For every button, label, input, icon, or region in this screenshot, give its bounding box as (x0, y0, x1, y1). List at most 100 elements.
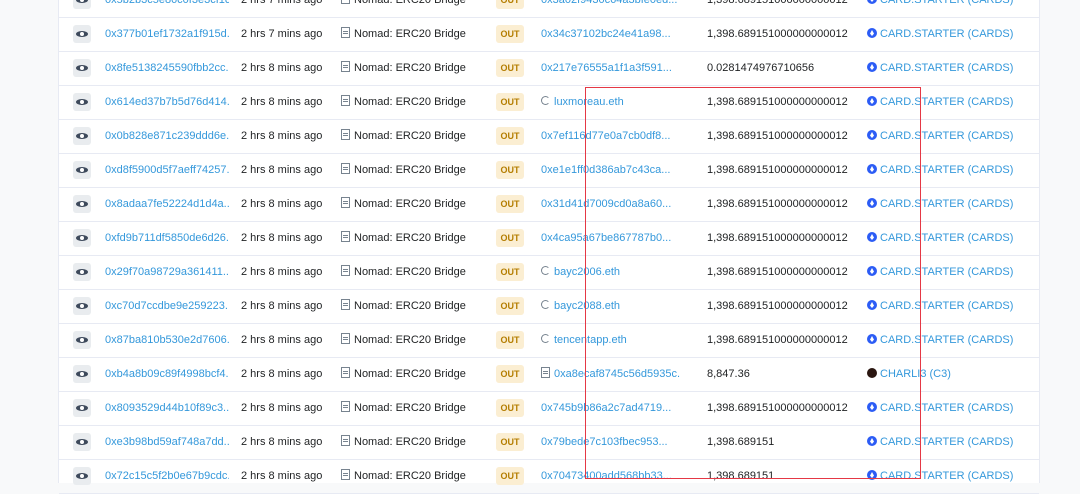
token-link[interactable]: CHARLI3 (C3) (880, 368, 951, 380)
txn-hash-link[interactable]: 0x29f70a98729a361411... (105, 266, 229, 278)
direction-cell: OUT (496, 323, 528, 357)
method-cell: Nomad: ERC20 Bridge (341, 187, 481, 221)
to-address-link[interactable]: 0xe1e1ff0d386ab7c43ca... (541, 164, 670, 176)
out-badge: OUT (496, 297, 524, 315)
card-starter-token-icon (867, 232, 877, 242)
to-address-link[interactable]: bayc2006.eth (554, 266, 620, 278)
txn-hash-cell: 0xfd9b711df5850de6d26... (105, 221, 229, 255)
direction-cell: OUT (496, 357, 528, 391)
contract-icon (341, 265, 350, 276)
method-label: Nomad: ERC20 Bridge (354, 402, 466, 414)
value-cell: 1,398.689151000000000012 (707, 130, 848, 142)
txn-hash-link[interactable]: 0xd8f5900d5f7aeff74257... (105, 164, 229, 176)
token-link[interactable]: CARD.STARTER (CARDS) (880, 28, 1013, 40)
eye-icon[interactable] (73, 161, 91, 179)
to-address-link[interactable]: 0x34c37102bc24e41a98... (541, 28, 671, 40)
preview-cell (73, 187, 91, 221)
method-cell: Nomad: ERC20 Bridge (341, 255, 481, 289)
out-badge: OUT (496, 0, 524, 9)
to-address-cell: 0xe1e1ff0d386ab7c43ca... (541, 153, 681, 187)
token-link[interactable]: CARD.STARTER (CARDS) (880, 266, 1013, 278)
token-cell: CARD.STARTER (CARDS) (867, 323, 1037, 357)
token-link[interactable]: CARD.STARTER (CARDS) (880, 0, 1013, 6)
method-cell: Nomad: ERC20 Bridge (341, 221, 481, 255)
txn-hash-link[interactable]: 0x87ba810b530e2d7606... (105, 334, 229, 346)
eye-icon[interactable] (73, 365, 91, 383)
to-address-link[interactable]: luxmoreau.eth (554, 96, 624, 108)
method-cell: Nomad: ERC20 Bridge (341, 119, 481, 153)
txn-hash-link[interactable]: 0xfd9b711df5850de6d26... (105, 232, 229, 244)
method-label: Nomad: ERC20 Bridge (354, 62, 466, 74)
eye-icon[interactable] (73, 59, 91, 77)
method-cell: Nomad: ERC20 Bridge (341, 153, 481, 187)
age-cell: 2 hrs 8 mins ago (241, 130, 323, 142)
card-starter-token-icon (867, 130, 877, 140)
txn-hash-link[interactable]: 0xe3b98bd59af748a7dd... (105, 436, 229, 448)
contract-icon (341, 333, 350, 344)
out-badge: OUT (496, 399, 524, 417)
txn-hash-link[interactable]: 0x72c15c5f2b0e67b9cdc... (105, 470, 229, 482)
age-cell: 2 hrs 8 mins ago (241, 368, 323, 380)
to-address-link[interactable]: 0x31d41d7009cd0a8a60... (541, 198, 671, 210)
table-row: 0x29f70a98729a361411... 2 hrs 8 mins ago N… (59, 255, 1039, 290)
token-link[interactable]: CARD.STARTER (CARDS) (880, 96, 1013, 108)
txn-hash-link[interactable]: 0x614ed37b7b5d76d414... (105, 96, 229, 108)
token-link[interactable]: CARD.STARTER (CARDS) (880, 130, 1013, 142)
token-link[interactable]: CARD.STARTER (CARDS) (880, 470, 1013, 482)
txn-hash-link[interactable]: 0x8093529d44b10f89c3... (105, 402, 229, 414)
txn-hash-link[interactable]: 0xc70d7ccdbe9e259223... (105, 300, 229, 312)
txn-hash-link[interactable]: 0x8adaa7fe52224d1d4a... (105, 198, 229, 210)
ens-name-icon (541, 96, 550, 105)
eye-icon[interactable] (73, 0, 91, 9)
to-address-link[interactable]: 0x70473400add568bb33... (541, 470, 672, 482)
to-address-link[interactable]: bayc2088.eth (554, 300, 620, 312)
eye-icon[interactable] (73, 297, 91, 315)
token-link[interactable]: CARD.STARTER (CARDS) (880, 402, 1013, 414)
value-cell: 1,398.689151000000000012 (707, 28, 848, 40)
preview-cell (73, 51, 91, 85)
token-link[interactable]: CARD.STARTER (CARDS) (880, 334, 1013, 346)
eye-icon[interactable] (73, 93, 91, 111)
to-address-link[interactable]: 0x79bede7c103fbec953... (541, 436, 668, 448)
token-cell: CARD.STARTER (CARDS) (867, 0, 1037, 17)
preview-cell (73, 17, 91, 51)
txn-hash-link[interactable]: 0x0b828e871c239ddd6e... (105, 130, 229, 142)
eye-icon[interactable] (73, 229, 91, 247)
out-badge: OUT (496, 59, 524, 77)
eye-icon[interactable] (73, 263, 91, 281)
txn-hash-cell: 0x87ba810b530e2d7606... (105, 323, 229, 357)
preview-cell (73, 425, 91, 459)
value-cell: 1,398.689151000000000012 (707, 0, 848, 6)
to-address-link[interactable]: 0x217e76555a1f1a3f591... (541, 62, 672, 74)
to-address-link[interactable]: 0x3a02f9430c64a3bfe0ed... (541, 0, 677, 6)
token-link[interactable]: CARD.STARTER (CARDS) (880, 232, 1013, 244)
eye-icon[interactable] (73, 467, 91, 485)
to-address-link[interactable]: tencentapp.eth (554, 334, 627, 346)
txn-hash-link[interactable]: 0x5b2b3c5e86c0f3e3cf1c6a... (105, 0, 229, 6)
txn-hash-link[interactable]: 0x8fe5138245590fbb2cc... (105, 62, 229, 74)
value-cell: 1,398.689151000000000012 (707, 334, 848, 346)
to-address-link[interactable]: 0x4ca95a67be867787b0... (541, 232, 671, 244)
table-row: 0x5b2b3c5e86c0f3e3cf1c6a... 2 hrs 7 mins … (59, 0, 1039, 18)
eye-icon[interactable] (73, 399, 91, 417)
to-address-link[interactable]: 0x7ef116d77e0a7cb0df8... (541, 130, 670, 142)
preview-cell (73, 221, 91, 255)
eye-icon[interactable] (73, 433, 91, 451)
txn-hash-link[interactable]: 0xb4a8b09c89f4998bcf4... (105, 368, 229, 380)
to-address-link[interactable]: 0x745b9b86a2c7ad4719... (541, 402, 671, 414)
token-link[interactable]: CARD.STARTER (CARDS) (880, 436, 1013, 448)
token-link[interactable]: CARD.STARTER (CARDS) (880, 300, 1013, 312)
direction-cell: OUT (496, 425, 528, 459)
eye-icon[interactable] (73, 127, 91, 145)
token-link[interactable]: CARD.STARTER (CARDS) (880, 62, 1013, 74)
table-row: 0x87ba810b530e2d7606... 2 hrs 8 mins ago N… (59, 323, 1039, 358)
token-link[interactable]: CARD.STARTER (CARDS) (880, 198, 1013, 210)
txn-hash-link[interactable]: 0x377b01ef1732a1f915d... (105, 28, 229, 40)
contract-icon (341, 0, 350, 4)
eye-icon[interactable] (73, 25, 91, 43)
eye-icon[interactable] (73, 331, 91, 349)
to-address-link[interactable]: 0xa8ecaf8745c56d5935c... (554, 368, 681, 380)
table-row: 0x8093529d44b10f89c3... 2 hrs 8 mins ago N… (59, 391, 1039, 426)
token-link[interactable]: CARD.STARTER (CARDS) (880, 164, 1013, 176)
eye-icon[interactable] (73, 195, 91, 213)
